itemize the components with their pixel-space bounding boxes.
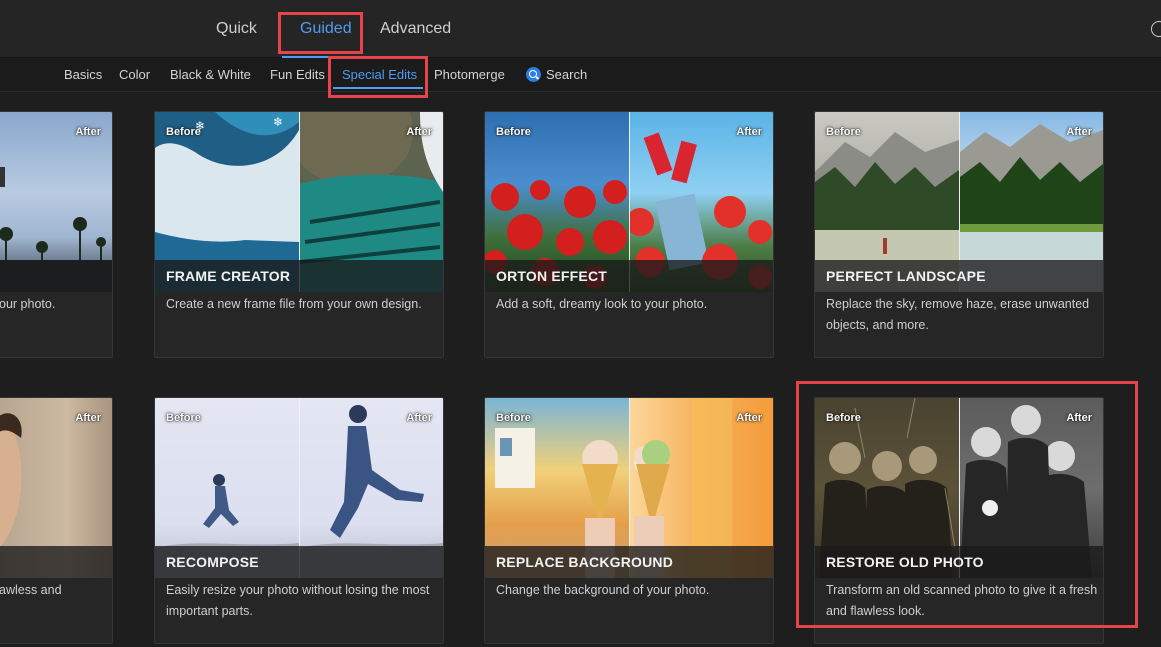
highlight-special-edits: [328, 56, 428, 98]
card-thumbnail: After: [0, 398, 112, 578]
card-thumbnail: Before After REPLACE BACKGROUND: [485, 398, 773, 578]
after-label: After: [75, 412, 101, 424]
card-title-bar: REPLACE BACKGROUND: [485, 546, 773, 578]
card-title: RECOMPOSE: [166, 554, 259, 570]
card-thumbnail: Before After ORTON EFFECT: [485, 112, 773, 292]
card-thumbnail: After: [0, 112, 112, 292]
tab-advanced[interactable]: Advanced: [380, 20, 451, 38]
search-icon[interactable]: [526, 67, 541, 82]
svg-text:❄: ❄: [273, 115, 283, 129]
category-bar: Basics Color Black & White Fun Edits Spe…: [0, 58, 1161, 92]
card-description: Change the background of your photo.: [496, 583, 710, 597]
card-description: Create a new frame file from your own de…: [166, 297, 422, 311]
category-photomerge[interactable]: Photomerge: [434, 67, 505, 82]
after-label: After: [736, 126, 762, 138]
card-description: Easily resize your photo without losing …: [166, 583, 430, 618]
before-label: Before: [496, 126, 531, 138]
card-thumbnail: ❄ ❄ Before After FRAME CREATOR: [155, 112, 443, 292]
card-orton-effect[interactable]: Before After ORTON EFFECT Add a soft, dr…: [484, 111, 774, 358]
card-title-bar: [0, 546, 112, 578]
card-replace-background[interactable]: Before After REPLACE BACKGROUND Change t…: [484, 397, 774, 644]
card-title-bar: PERFECT LANDSCAPE: [815, 260, 1103, 292]
after-label: After: [406, 412, 432, 424]
card-frame-creator[interactable]: ❄ ❄ Before After FRAME CREATOR Create a …: [154, 111, 444, 358]
card-title-bar: ORTON EFFECT: [485, 260, 773, 292]
category-black-white[interactable]: Black & White: [170, 67, 251, 82]
highlight-guided-tab: [278, 12, 363, 54]
before-label: Before: [826, 126, 861, 138]
card-perfect-landscape[interactable]: Before After PERFECT LANDSCAPE Replace t…: [814, 111, 1104, 358]
after-label: After: [736, 412, 762, 424]
category-fun-edits[interactable]: Fun Edits: [270, 67, 325, 82]
card-description: awless and: [0, 583, 62, 597]
before-label: Before: [166, 126, 201, 138]
search-button[interactable]: Search: [546, 67, 587, 82]
after-label: After: [1066, 126, 1092, 138]
card-title-bar: [0, 260, 112, 292]
after-label: After: [75, 126, 101, 138]
card-thumbnail: Before After PERFECT LANDSCAPE: [815, 112, 1103, 292]
card-title-bar: FRAME CREATOR: [155, 260, 443, 292]
after-label: After: [406, 126, 432, 138]
card-title: ORTON EFFECT: [496, 268, 608, 284]
card-thumbnail: Before After RECOMPOSE: [155, 398, 443, 578]
card-partial-row2[interactable]: After awless and: [0, 397, 113, 644]
card-partial-row1[interactable]: After our photo.: [0, 111, 113, 358]
card-recompose[interactable]: Before After RECOMPOSE Easily resize you…: [154, 397, 444, 644]
card-title: REPLACE BACKGROUND: [496, 554, 674, 570]
card-description: Add a soft, dreamy look to your photo.: [496, 297, 708, 311]
card-description: Replace the sky, remove haze, erase unwa…: [826, 297, 1090, 332]
before-label: Before: [166, 412, 201, 424]
mode-bar: Quick Guided Advanced: [0, 0, 1161, 58]
tab-quick[interactable]: Quick: [216, 20, 257, 38]
highlight-restore-old-photo: [796, 381, 1138, 628]
category-color[interactable]: Color: [119, 67, 150, 82]
before-label: Before: [496, 412, 531, 424]
card-title-bar: RECOMPOSE: [155, 546, 443, 578]
card-description: our photo.: [0, 297, 56, 311]
card-title: PERFECT LANDSCAPE: [826, 268, 986, 284]
card-title: FRAME CREATOR: [166, 268, 291, 284]
category-basics[interactable]: Basics: [64, 67, 102, 82]
help-icon[interactable]: [1151, 21, 1161, 37]
